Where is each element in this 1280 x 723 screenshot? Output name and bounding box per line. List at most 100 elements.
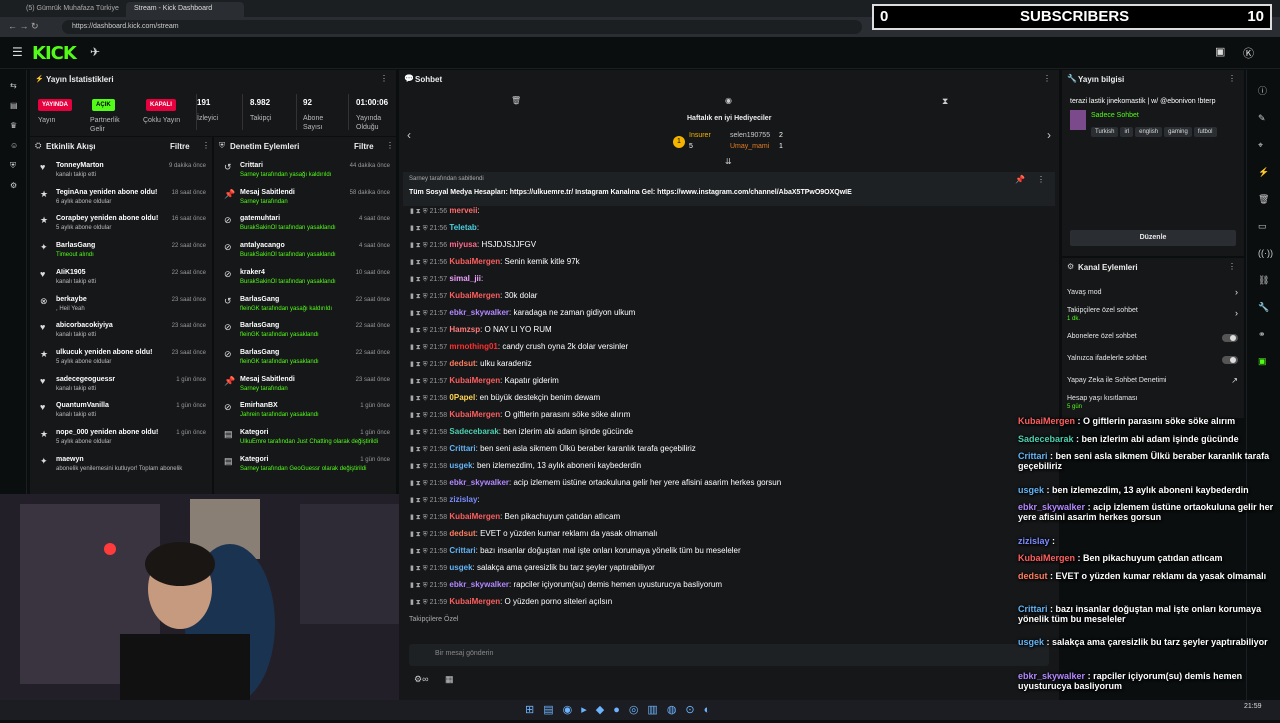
feed-item[interactable]: ★ TeginAna yeniden abone oldu! 6 aylık abo…: [40, 189, 210, 215]
chat-message[interactable]: ▮ ⧗ ⛨ 21:57 dedsut: ulku karadeniz: [410, 359, 1050, 376]
chat-message[interactable]: ▮ ⧗ ⛨ 21:58 usgek: ben izlemezdim, 13 ay…: [410, 461, 1050, 478]
pin-icon[interactable]: 📌: [1015, 175, 1025, 184]
chat-mod-icons[interactable]: ▮ ⧗ ⛨: [410, 361, 430, 368]
chat-mod-icons[interactable]: ▮ ⧗ ⛨: [410, 463, 430, 470]
more-icon[interactable]: ⋮: [386, 141, 394, 150]
action-emotes-only[interactable]: Yalnızca ifadelerle sohbet: [1067, 355, 1147, 362]
chat-message[interactable]: ▮ ⧗ ⛨ 21:56 miyusa: HSJDJSJJFGV: [410, 240, 1050, 257]
dashboard-icon[interactable]: ▤: [10, 96, 26, 116]
chat-mod-icons[interactable]: ▮ ⧗ ⛨: [410, 412, 430, 419]
chat-mod-icons[interactable]: ▮ ⧗ ⛨: [410, 242, 430, 249]
moderation-item[interactable]: ▤ Kategori UlkuEmre tarafından Just Chatti…: [224, 429, 394, 455]
chat-username[interactable]: KubaiMergen: [449, 597, 500, 606]
moderation-item[interactable]: ⊘ BarlasGang fleinGK tarafından yasaklandı…: [224, 349, 394, 375]
scroll-down-icon[interactable]: ⇊: [725, 157, 732, 166]
chat-username[interactable]: dedsut: [449, 529, 475, 538]
pinned-text[interactable]: Tüm Sosyal Medya Hesapları: https://ulku…: [409, 189, 852, 196]
action-account-age[interactable]: Hesap yaşı kısıtlaması: [1067, 395, 1137, 402]
kick-logo[interactable]: KICK: [32, 43, 77, 64]
chat-username[interactable]: usgek: [449, 563, 472, 572]
feed-item[interactable]: ★ nope_000 yeniden abone oldu! 5 aylık abo…: [40, 429, 210, 455]
moderation-item[interactable]: 📌 Mesaj Sabitlendi Sarney tarafından 58 dak…: [224, 189, 394, 215]
chevron-right-icon[interactable]: ›: [1235, 287, 1238, 297]
chat-message[interactable]: ▮ ⧗ ⛨ 21:57 KubaiMergen: Kapatır giderim: [410, 376, 1050, 393]
more-icon[interactable]: ⋮: [380, 74, 388, 83]
chat-message[interactable]: ▮ ⧗ ⛨ 21:58 Sadecebarak: ben izlerim abi…: [410, 427, 1050, 444]
edit-icon[interactable]: ✎: [1258, 105, 1280, 132]
chat-input[interactable]: Bir mesaj gönderin: [409, 644, 1049, 666]
calendar-icon[interactable]: ▦: [445, 674, 454, 685]
chat-mod-icons[interactable]: ▮ ⧗ ⛨: [410, 480, 430, 487]
taskbar-apps[interactable]: ⊞▤◉▸◆●◎▥◍⊙◐: [525, 703, 719, 716]
chat-message[interactable]: ▮ ⧗ ⛨ 21:58 dedsut: EVET o yüzden kumar …: [410, 529, 1050, 546]
action-slow-mode[interactable]: Yavaş mod: [1067, 289, 1102, 296]
chat-mod-icons[interactable]: ▮ ⧗ ⛨: [410, 259, 430, 266]
chat-username[interactable]: KubaiMergen: [449, 410, 500, 419]
chat-message[interactable]: ▮ ⧗ ⛨ 21:58 KubaiMergen: Ben pikachuyum …: [410, 512, 1050, 529]
wrench-icon[interactable]: 🔧: [1258, 294, 1280, 321]
feed-item[interactable]: ♥ QuantumVanilla kanalı takip etti 1 gün ön…: [40, 402, 210, 428]
chat-username[interactable]: dedsut: [449, 359, 475, 368]
chat-message[interactable]: ▮ ⧗ ⛨ 21:57 KubaiMergen: 30k dolar: [410, 291, 1050, 308]
chat-mod-icons[interactable]: ▮ ⧗ ⛨: [410, 395, 430, 402]
more-icon[interactable]: ⋮: [1228, 262, 1236, 271]
feed-item[interactable]: ✦ maewyn abonelik yenilemesini kutluyor! T…: [40, 456, 210, 482]
chat-mod-icons[interactable]: ▮ ⧗ ⛨: [410, 310, 430, 317]
chat-mod-icons[interactable]: ▮ ⧗ ⛨: [410, 514, 430, 521]
chat-username[interactable]: 0Papel: [449, 393, 475, 402]
users-icon[interactable]: ☺: [10, 136, 26, 156]
more-icon[interactable]: ⋮: [1043, 74, 1051, 83]
chat-message[interactable]: ▮ ⧗ ⛨ 21:58 KubaiMergen: O giftlerin par…: [410, 410, 1050, 427]
chat-message[interactable]: ▮ ⧗ ⛨ 21:58 0Papel: en büyük destekçin b…: [410, 393, 1050, 410]
moderation-item[interactable]: ⊘ antalyacango BurakSakinOl tarafından yas…: [224, 242, 394, 268]
chat-mod-icons[interactable]: ▮ ⧗ ⛨: [410, 531, 430, 538]
edit-button[interactable]: Düzenle: [1070, 230, 1236, 246]
external-link-icon[interactable]: ↗: [1231, 376, 1238, 385]
chat-message[interactable]: ▮ ⧗ ⛨ 21:57 mrnothing01: candy crush oyn…: [410, 342, 1050, 359]
rocket-icon[interactable]: ✈: [90, 45, 100, 59]
chat-message[interactable]: ▮ ⧗ ⛨ 21:57 simal_jii:: [410, 274, 1050, 291]
target-icon[interactable]: ⌖: [1258, 132, 1280, 159]
kick-square-icon[interactable]: ▣: [1258, 348, 1280, 375]
chat-username[interactable]: Crittari: [449, 546, 475, 555]
chat-mod-icons[interactable]: ▮ ⧗ ⛨: [410, 225, 430, 232]
chat-message[interactable]: ▮ ⧗ ⛨ 21:56 Teletab:: [410, 223, 1050, 240]
stream-category[interactable]: Sadece Sohbet: [1091, 112, 1139, 119]
chat-message[interactable]: ▮ ⧗ ⛨ 21:57 ebkr_skywalker: karadaga ne …: [410, 308, 1050, 325]
chat-username[interactable]: Sadecebarak: [449, 427, 498, 436]
next-arrow-icon[interactable]: ›: [1047, 128, 1051, 142]
chat-mod-icons[interactable]: ▮ ⧗ ⛨: [410, 208, 430, 215]
layout-icon[interactable]: ▣: [1215, 45, 1225, 58]
prev-arrow-icon[interactable]: ‹: [407, 128, 411, 142]
chat-message[interactable]: ▮ ⧗ ⛨ 21:57 Hamzsp: O NAY LI YO RUM: [410, 325, 1050, 342]
chat-username[interactable]: simal_jii: [449, 274, 481, 283]
share-icon[interactable]: ⚭: [1258, 321, 1280, 348]
chat-message[interactable]: ▮ ⧗ ⛨ 21:58 zizislay:: [410, 495, 1050, 512]
moderation-item[interactable]: ⊘ BarlasGang fleinGK tarafından yasaklandı…: [224, 322, 394, 348]
shield-icon[interactable]: ⛨: [10, 156, 26, 176]
trash-icon[interactable]: 🗑: [511, 96, 521, 105]
stream-icon[interactable]: ⇆: [10, 76, 26, 96]
kick-icon[interactable]: Ⓚ: [1243, 45, 1254, 61]
info-icon[interactable]: ⓘ: [1258, 78, 1280, 105]
chat-tools-icon[interactable]: ⚙∞: [414, 674, 428, 685]
browser-tab-2[interactable]: Stream - Kick Dashboard: [126, 2, 244, 17]
feed-item[interactable]: ⊗ berkaybe , Heil Yeah 23 saat önce: [40, 296, 210, 322]
moderation-item[interactable]: ⊘ gatemuhtari BurakSakinOl tarafından yasa…: [224, 215, 394, 241]
action-subs-only[interactable]: Abonelere özel sohbet: [1067, 333, 1137, 340]
mod-filter[interactable]: Filtre: [354, 142, 374, 151]
chat-message[interactable]: ▮ ⧗ ⛨ 21:59 KubaiMergen: O yüzden porno …: [410, 597, 1050, 614]
moderation-item[interactable]: 📌 Mesaj Sabitlendi Sarney tarafından 23 saa…: [224, 376, 394, 402]
settings-icon[interactable]: ⚙: [10, 176, 26, 196]
subs-only-toggle[interactable]: [1222, 333, 1238, 345]
chat-message[interactable]: ▮ ⧗ ⛨ 21:58 Crittari: bazı insanlar doğu…: [410, 546, 1050, 563]
more-icon[interactable]: ⋮: [1228, 74, 1236, 83]
chat-username[interactable]: usgek: [449, 461, 472, 470]
chat-username[interactable]: KubaiMergen: [449, 291, 500, 300]
feed-item[interactable]: ♥ TonneyMarton kanalı takip etti 9 dakika ö…: [40, 162, 210, 188]
chat-mod-icons[interactable]: ▮ ⧗ ⛨: [410, 327, 430, 334]
chat-mod-icons[interactable]: ▮ ⧗ ⛨: [410, 599, 430, 606]
feed-item[interactable]: ♥ AIiK1905 kanalı takip etti 22 saat önce: [40, 269, 210, 295]
broadcast-icon[interactable]: ((·)): [1258, 240, 1280, 267]
chat-username[interactable]: Crittari: [449, 444, 475, 453]
